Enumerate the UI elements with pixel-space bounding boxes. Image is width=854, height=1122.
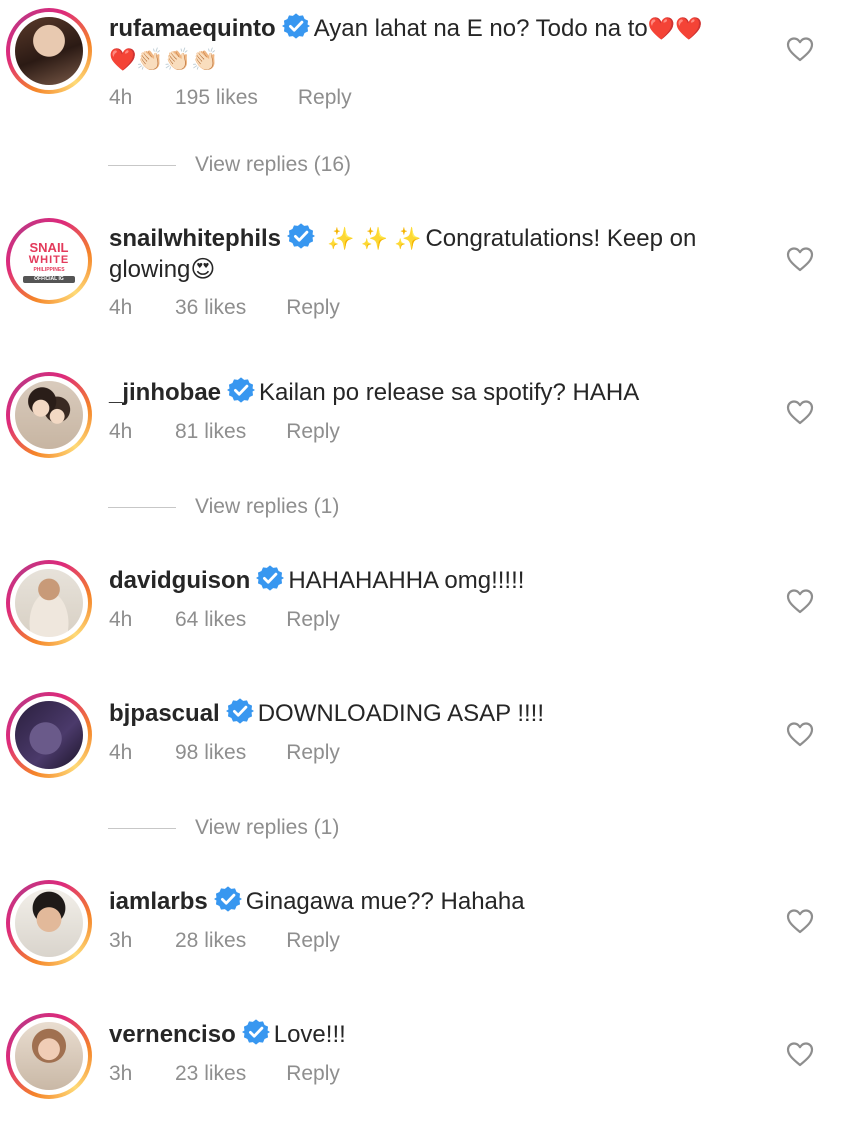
- comment-text: Ayan lahat na E no? Todo na to: [313, 15, 648, 42]
- comment-body: vernenciso Love!!!: [109, 1018, 764, 1050]
- avatar[interactable]: [6, 8, 92, 94]
- view-replies-button[interactable]: View replies (1): [108, 495, 339, 519]
- verified-badge-icon: [226, 697, 254, 725]
- comment-body: bjpascual DOWNLOADING ASAP !!!!: [109, 697, 764, 729]
- heart-icon[interactable]: [786, 36, 814, 62]
- view-replies-button[interactable]: View replies (1): [108, 816, 339, 840]
- comment-meta: 4h 64 likes Reply: [109, 608, 340, 632]
- comment-username[interactable]: iamlarbs: [109, 888, 208, 915]
- comment-body: iamlarbs Ginagawa mue?? Hahaha: [109, 885, 764, 917]
- view-replies-label[interactable]: View replies (16): [195, 153, 351, 177]
- verified-badge-icon: [287, 222, 315, 250]
- comment-time: 4h: [109, 741, 133, 764]
- avatar[interactable]: [6, 372, 92, 458]
- comment-meta: 4h 81 likes Reply: [109, 420, 340, 444]
- reply-button[interactable]: Reply: [286, 1062, 340, 1086]
- comment-time: 3h: [109, 929, 133, 952]
- comment-meta: 4h 195 likes Reply: [109, 86, 352, 110]
- reply-button[interactable]: Reply: [286, 608, 340, 632]
- comment-text: Love!!!: [273, 1021, 346, 1048]
- comment-likes[interactable]: 23 likes: [175, 1062, 246, 1086]
- comment-username[interactable]: bjpascual: [109, 700, 220, 727]
- comment-time: 4h: [109, 420, 133, 443]
- heart-icon[interactable]: [786, 246, 814, 272]
- comment-text: Ginagawa mue?? Hahaha: [245, 888, 525, 915]
- comment-body: davidguison HAHAHAHHA omg!!!!!: [109, 564, 764, 596]
- divider: [108, 827, 176, 829]
- view-replies-label[interactable]: View replies (1): [195, 495, 339, 519]
- logo-line: WHITE: [28, 254, 70, 266]
- comment-time: 4h: [109, 608, 133, 631]
- verified-badge-icon: [227, 376, 255, 404]
- comment-time: 4h: [109, 86, 133, 109]
- comment-meta: 4h 36 likes Reply: [109, 296, 340, 320]
- comment-text: Kailan po release sa spotify? HAHA: [259, 379, 640, 406]
- sparkles-emoji: ✨ ✨ ✨: [327, 226, 422, 251]
- comment-time: 4h: [109, 296, 133, 319]
- comment-time: 3h: [109, 1062, 133, 1085]
- comment-text: HAHAHAHHA omg!!!!!: [288, 567, 525, 594]
- heart-icon[interactable]: [786, 721, 814, 747]
- view-replies-label[interactable]: View replies (1): [195, 816, 339, 840]
- heart-icon[interactable]: [786, 908, 814, 934]
- avatar[interactable]: [6, 880, 92, 966]
- verified-badge-icon: [242, 1018, 270, 1046]
- comment-likes[interactable]: 81 likes: [175, 420, 246, 444]
- comment-likes[interactable]: 64 likes: [175, 608, 246, 632]
- divider: [108, 164, 176, 166]
- comment-body: snailwhitephils ✨ ✨ ✨ Congratulations! Kee…: [109, 222, 764, 285]
- comment-username[interactable]: snailwhitephils: [109, 225, 281, 252]
- comment-text: Congratulations! Keep on: [425, 225, 697, 252]
- heart-icon[interactable]: [786, 399, 814, 425]
- comment-likes[interactable]: 28 likes: [175, 929, 246, 953]
- view-replies-button[interactable]: View replies (16): [108, 153, 351, 177]
- avatar[interactable]: SNAIL WHITE PHILIPPINES OFFICIAL IG: [6, 218, 92, 304]
- comment-body: rufamaequinto Ayan lahat na E no? Todo na…: [109, 12, 764, 75]
- comment-username[interactable]: _jinhobae: [109, 379, 221, 406]
- comment-meta: 4h 98 likes Reply: [109, 741, 340, 765]
- comment-text-line: glowing😍: [109, 256, 216, 283]
- verified-badge-icon: [282, 12, 310, 40]
- comment-text: DOWNLOADING ASAP !!!!: [257, 700, 545, 727]
- verified-badge-icon: [256, 564, 284, 592]
- logo-line: PHILIPPINES: [33, 267, 65, 273]
- comment-likes[interactable]: 98 likes: [175, 741, 246, 765]
- comment-body: _jinhobae Kailan po release sa spotify? H…: [109, 376, 764, 408]
- reply-button[interactable]: Reply: [298, 86, 352, 110]
- comment-meta: 3h 23 likes Reply: [109, 1062, 340, 1086]
- avatar-logo: SNAIL WHITE PHILIPPINES OFFICIAL IG: [15, 227, 83, 295]
- reply-button[interactable]: Reply: [286, 929, 340, 953]
- comment-username[interactable]: rufamaequinto: [109, 15, 276, 42]
- avatar[interactable]: [6, 692, 92, 778]
- avatar[interactable]: [6, 1013, 92, 1099]
- logo-line: OFFICIAL IG: [23, 276, 75, 283]
- heart-icon[interactable]: [786, 588, 814, 614]
- verified-badge-icon: [214, 885, 242, 913]
- comment-likes[interactable]: 36 likes: [175, 296, 246, 320]
- comment-emoji-line: ❤️👏🏻👏🏻👏🏻: [109, 47, 219, 72]
- reply-button[interactable]: Reply: [286, 420, 340, 444]
- comment-meta: 3h 28 likes Reply: [109, 929, 340, 953]
- comment-likes[interactable]: 195 likes: [175, 86, 258, 110]
- reply-button[interactable]: Reply: [286, 296, 340, 320]
- comment-username[interactable]: davidguison: [109, 567, 250, 594]
- logo-line: SNAIL: [29, 240, 69, 255]
- avatar[interactable]: [6, 560, 92, 646]
- reply-button[interactable]: Reply: [286, 741, 340, 765]
- comment-emoji: ❤️❤️: [647, 16, 703, 41]
- divider: [108, 506, 176, 508]
- comment-username[interactable]: vernenciso: [109, 1021, 236, 1048]
- heart-icon[interactable]: [786, 1041, 814, 1067]
